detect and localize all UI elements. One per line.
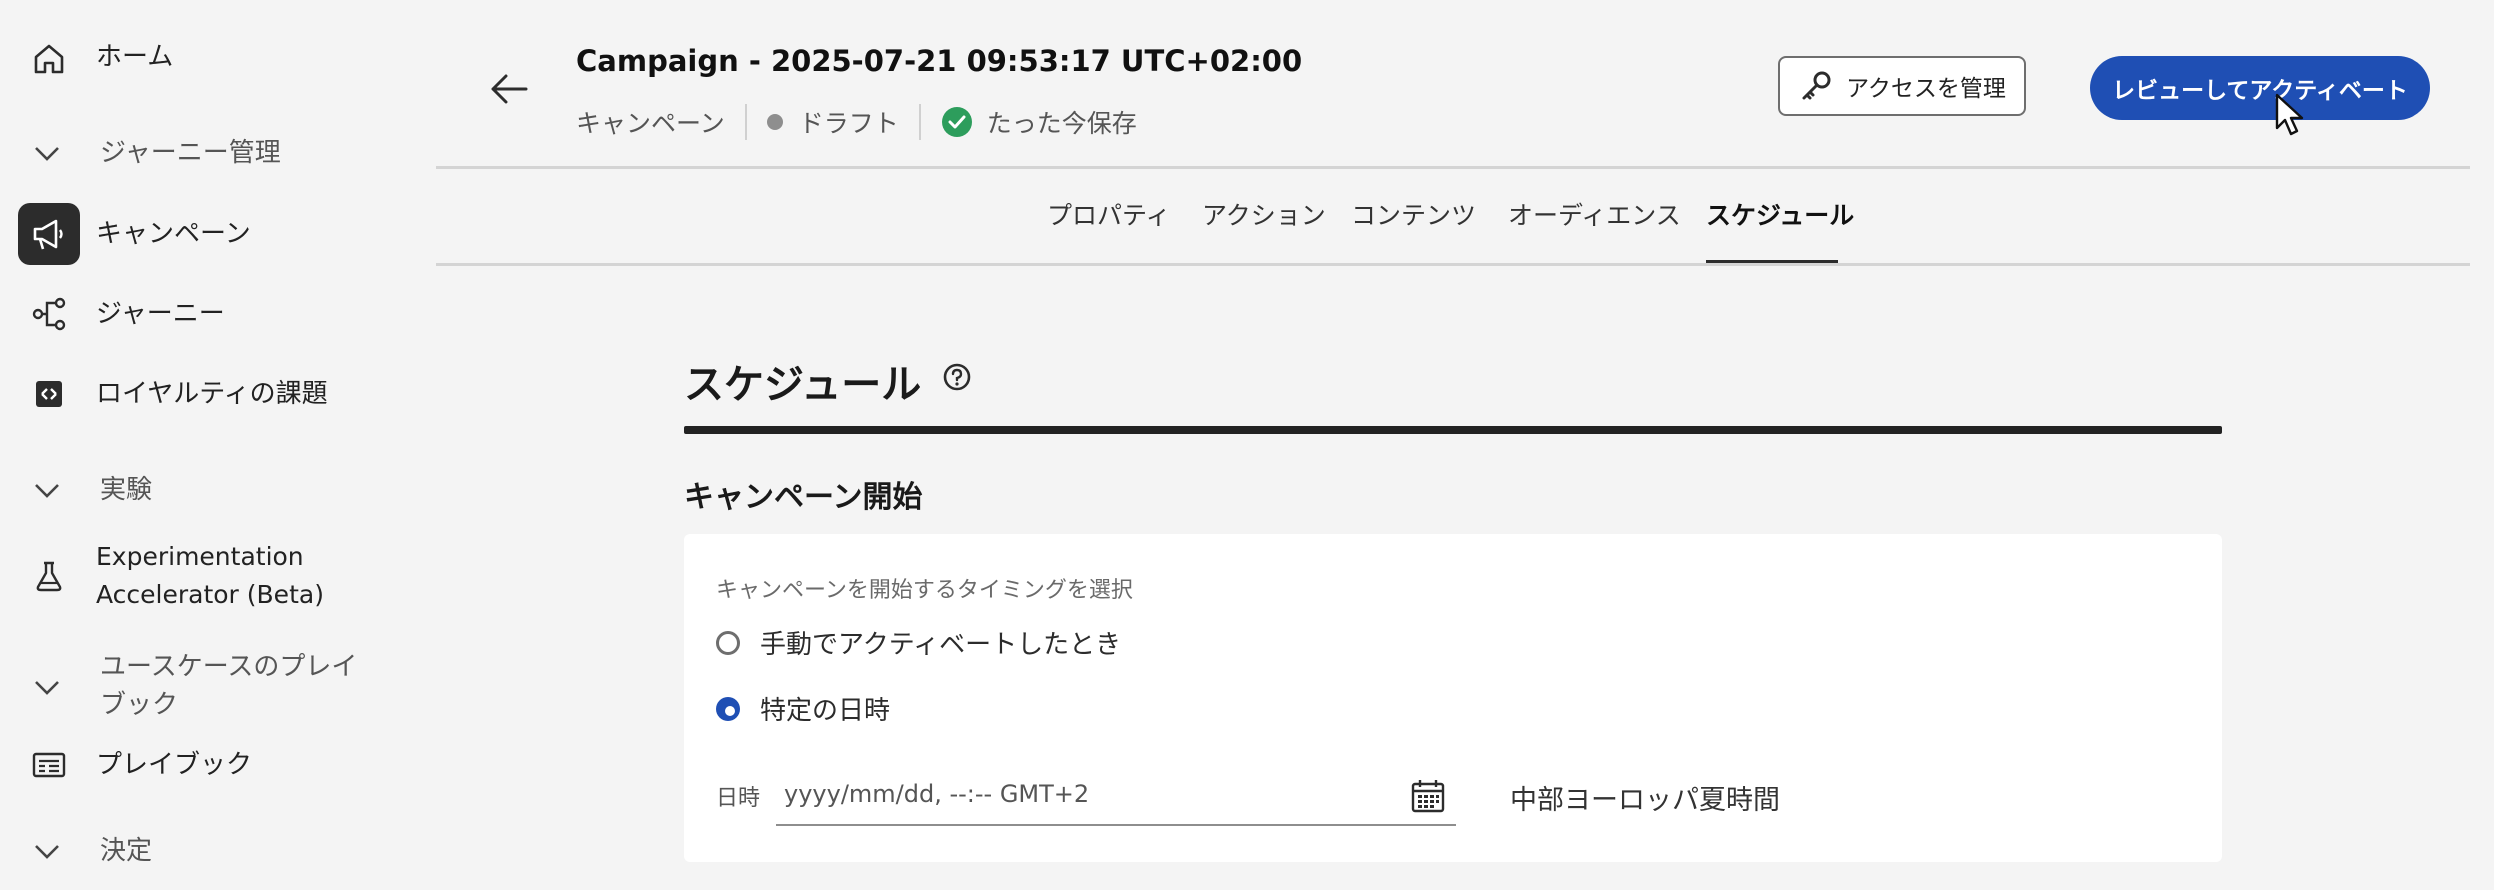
- key-icon: [1798, 68, 1834, 104]
- sidebar-item-label: ジャーニー: [96, 299, 225, 329]
- manage-access-button[interactable]: アクセスを管理: [1778, 56, 2026, 116]
- chevron-down-icon: [32, 840, 62, 862]
- section-decisions[interactable]: 決定: [0, 832, 420, 872]
- manage-access-label: アクセスを管理: [1846, 76, 2006, 102]
- campaign-meta: キャンペーン ドラフト たった今保存: [576, 102, 1137, 142]
- chevron-down-icon: [32, 479, 62, 501]
- radio-button-selected[interactable]: [716, 696, 740, 721]
- review-activate-label: レビューしてアクティベート: [2112, 78, 2408, 104]
- loyalty-icon: [18, 363, 80, 425]
- datetime-label: 日時: [716, 786, 761, 811]
- section-experiments[interactable]: 実験: [0, 471, 420, 511]
- page-title: スケジュール: [684, 362, 922, 408]
- journey-icon: [18, 283, 80, 345]
- chevron-down-icon: [32, 676, 62, 698]
- playbook-icon: [18, 734, 80, 796]
- start-timing-label: キャンペーンを開始するタイミングを選択: [716, 578, 1133, 603]
- sidebar-item-label: キャンペーン: [96, 219, 251, 249]
- section-label: 決定: [100, 836, 153, 866]
- sidebar-item-journeys[interactable]: ジャーニー: [0, 283, 420, 345]
- check-circle-icon: [941, 106, 973, 138]
- section-label: 実験: [100, 475, 153, 505]
- campaign-title: Campaign - 2025-07-21 09:53:17 UTC+02:00: [576, 44, 1303, 78]
- radio-label: 手動でアクティベートしたとき: [760, 630, 1122, 660]
- tab-audience[interactable]: オーディエンス: [1508, 196, 1681, 236]
- heading-rule: [684, 426, 2222, 434]
- sidebar-item-label: ロイヤルティの課題: [96, 379, 328, 409]
- tab-actions[interactable]: アクション: [1202, 196, 1326, 236]
- help-icon[interactable]: [940, 360, 974, 394]
- section-use-case-playbooks[interactable]: ユースケースのプレイ ブック: [0, 648, 420, 728]
- tab-schedule[interactable]: スケジュール: [1706, 196, 1854, 236]
- campaign-start-card: キャンペーンを開始するタイミングを選択 手動でアクティベートしたとき 特定の日時…: [684, 534, 2222, 862]
- sidebar-item-label: ホーム: [96, 42, 174, 72]
- flask-icon: [18, 545, 80, 607]
- calendar-icon[interactable]: [1410, 778, 1446, 814]
- sidebar-item-label-line1: Experimentation: [96, 542, 304, 571]
- sidebar-item-label-line2: Accelerator (Beta): [96, 580, 324, 609]
- sidebar-item-campaigns[interactable]: キャンペーン: [0, 203, 420, 265]
- radio-manual-activation[interactable]: 手動でアクティベートしたとき: [716, 624, 1121, 661]
- megaphone-icon: [18, 203, 80, 265]
- save-status: たった今保存: [986, 109, 1137, 138]
- datetime-input[interactable]: yyyy/mm/dd, --:-- GMT+2: [776, 766, 1456, 826]
- home-icon: [18, 28, 80, 90]
- section-label-line1: ユースケースのプレイ: [100, 652, 358, 682]
- section-journey-management[interactable]: ジャーニー管理: [0, 134, 420, 174]
- section-label-line2: ブック: [100, 690, 179, 720]
- divider: [918, 104, 921, 140]
- sidebar: ホーム ジャーニー管理 キャンペーン ジャーニー ロイヤルティの課題 実験 Ex…: [0, 0, 436, 890]
- review-activate-button[interactable]: レビューしてアクティベート: [2090, 56, 2430, 120]
- campaign-type: キャンペーン: [576, 109, 725, 138]
- radio-button[interactable]: [716, 630, 740, 655]
- radio-label: 特定の日時: [760, 696, 891, 726]
- sidebar-item-playbooks[interactable]: プレイブック: [0, 734, 420, 796]
- cursor-icon: [2274, 92, 2306, 138]
- tab-content[interactable]: コンテンツ: [1351, 196, 1476, 236]
- tabs-divider: [436, 263, 2470, 266]
- chevron-down-icon: [32, 142, 62, 164]
- back-arrow-icon[interactable]: [486, 66, 532, 112]
- divider: [744, 104, 747, 140]
- sidebar-item-experimentation-accelerator[interactable]: Experimentation Accelerator (Beta): [0, 536, 420, 616]
- status-dot: [766, 114, 783, 130]
- section-title: キャンペーン開始: [684, 480, 923, 515]
- tab-properties[interactable]: プロパティ: [1047, 196, 1171, 236]
- sidebar-item-label: プレイブック: [96, 750, 253, 780]
- section-label: ジャーニー管理: [100, 138, 281, 168]
- sidebar-item-loyalty[interactable]: ロイヤルティの課題: [0, 363, 420, 425]
- status-badge: ドラフト: [798, 109, 899, 138]
- datetime-placeholder: yyyy/mm/dd, --:-- GMT+2: [784, 780, 1090, 808]
- sidebar-item-home[interactable]: ホーム: [0, 28, 420, 90]
- timezone-label: 中部ヨーロッパ夏時間: [1510, 785, 1780, 816]
- header-divider: [436, 166, 2470, 169]
- radio-specific-datetime[interactable]: 特定の日時: [716, 690, 890, 727]
